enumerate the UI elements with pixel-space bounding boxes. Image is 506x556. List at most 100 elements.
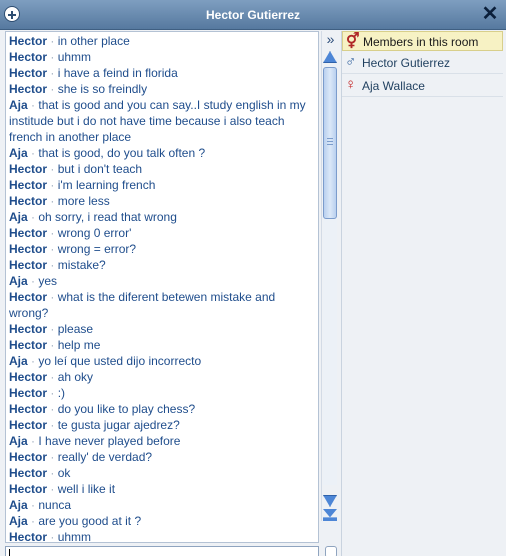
message-separator: ·: [50, 162, 55, 176]
chat-message: Hector · but i don't teach: [9, 161, 315, 177]
chat-message: Aja · oh sorry, i read that wrong: [9, 209, 315, 225]
message-separator: ·: [31, 98, 36, 112]
chat-message: Aja · yes: [9, 273, 315, 289]
message-input[interactable]: [5, 546, 319, 556]
chat-message: Hector · she is so freindly: [9, 81, 315, 97]
message-text: that is good and you can say..I study en…: [9, 98, 306, 144]
message-separator: ·: [31, 498, 36, 512]
chat-log[interactable]: Hector · in other place Hector · uhmm Hect…: [5, 31, 319, 543]
scroll-end-icon[interactable]: [323, 509, 337, 521]
message-text: mistake?: [57, 258, 106, 272]
message-separator: ·: [50, 34, 55, 48]
message-text: I have never played before: [38, 434, 181, 448]
message-speaker[interactable]: Aja: [9, 514, 28, 528]
window-title: Hector Gutierrez: [205, 8, 301, 22]
message-speaker[interactable]: Hector: [9, 194, 47, 208]
chat-message: Hector · ok: [9, 465, 315, 481]
message-text: yo leí que usted dijo incorrecto: [38, 354, 202, 368]
scroll-thumb[interactable]: [323, 67, 337, 219]
message-speaker[interactable]: Hector: [9, 242, 47, 256]
message-separator: ·: [31, 210, 36, 224]
message-speaker[interactable]: Hector: [9, 178, 47, 192]
message-speaker[interactable]: Aja: [9, 146, 28, 160]
message-speaker[interactable]: Hector: [9, 450, 47, 464]
message-text: more less: [57, 194, 110, 208]
member-item-hector-gutierrez[interactable]: ♂ Hector Gutierrez: [342, 52, 503, 74]
message-speaker[interactable]: Hector: [9, 82, 47, 96]
message-separator: ·: [50, 322, 55, 336]
message-speaker[interactable]: Aja: [9, 274, 28, 288]
close-icon[interactable]: ✕: [480, 3, 500, 25]
chat-message: Hector · i'm learning french: [9, 177, 315, 193]
message-speaker[interactable]: Hector: [9, 322, 47, 336]
message-separator: ·: [50, 530, 55, 543]
chat-message: Hector · :): [9, 385, 315, 401]
message-speaker[interactable]: Aja: [9, 354, 28, 368]
message-text: yes: [38, 274, 58, 288]
scroll-up-icon[interactable]: [323, 51, 337, 63]
message-speaker[interactable]: Hector: [9, 50, 47, 64]
title-bar[interactable]: Hector Gutierrez ✕: [0, 0, 506, 30]
message-speaker[interactable]: Aja: [9, 498, 28, 512]
message-speaker[interactable]: Hector: [9, 162, 47, 176]
members-header[interactable]: ⚥ Members in this room: [342, 31, 503, 51]
message-text: well i like it: [57, 482, 116, 496]
member-item-aja-wallace[interactable]: ♀ Aja Wallace: [342, 75, 503, 97]
message-text: wrong = error?: [57, 242, 137, 256]
chat-message: Hector · wrong = error?: [9, 241, 315, 257]
chat-message: Hector · i have a feind in florida: [9, 65, 315, 81]
chat-scrollbar[interactable]: »: [321, 31, 339, 521]
message-speaker[interactable]: Hector: [9, 370, 47, 384]
message-text: ok: [57, 466, 71, 480]
message-separator: ·: [50, 50, 55, 64]
message-separator: ·: [50, 82, 55, 96]
message-text: help me: [57, 338, 101, 352]
message-speaker[interactable]: Hector: [9, 530, 47, 542]
scroll-down-icon[interactable]: [323, 495, 337, 507]
message-speaker[interactable]: Hector: [9, 66, 47, 80]
message-separator: ·: [50, 338, 55, 352]
members-gender-icon: ⚥: [346, 33, 360, 50]
message-speaker[interactable]: Hector: [9, 258, 47, 272]
message-text: i'm learning french: [57, 178, 156, 192]
message-separator: ·: [50, 386, 55, 400]
message-speaker[interactable]: Hector: [9, 418, 47, 432]
message-separator: ·: [50, 418, 55, 432]
message-text: that is good, do you talk often ?: [38, 146, 206, 160]
chat-message: Hector · well i like it: [9, 481, 315, 497]
message-speaker[interactable]: Aja: [9, 434, 28, 448]
male-icon: ♂: [345, 53, 357, 70]
message-separator: ·: [50, 482, 55, 496]
message-speaker[interactable]: Hector: [9, 402, 47, 416]
message-speaker[interactable]: Hector: [9, 338, 47, 352]
chat-window: Hector Gutierrez ✕ Hector · in other pla…: [0, 0, 506, 556]
message-speaker[interactable]: Hector: [9, 226, 47, 240]
message-speaker[interactable]: Hector: [9, 290, 47, 304]
chat-message: Hector · uhmm: [9, 49, 315, 65]
message-separator: ·: [50, 450, 55, 464]
message-text: :): [57, 386, 66, 400]
message-text: are you good at it ?: [38, 514, 142, 528]
message-speaker[interactable]: Aja: [9, 210, 28, 224]
message-speaker[interactable]: Hector: [9, 386, 47, 400]
message-speaker[interactable]: Hector: [9, 482, 47, 496]
message-text: really' de verdad?: [57, 450, 153, 464]
message-list: Hector · in other place Hector · uhmm Hect…: [6, 32, 318, 543]
message-speaker[interactable]: Aja: [9, 98, 28, 112]
message-speaker[interactable]: Hector: [9, 34, 47, 48]
collapse-panel-icon[interactable]: »: [322, 31, 339, 47]
message-separator: ·: [31, 274, 36, 288]
chat-message: Hector · more less: [9, 193, 315, 209]
message-speaker[interactable]: Hector: [9, 466, 47, 480]
member-name: Aja Wallace: [362, 79, 425, 93]
members-header-label: Members in this room: [363, 35, 479, 49]
chat-message: Aja · that is good, do you talk often ?: [9, 145, 315, 161]
send-button[interactable]: [325, 546, 337, 556]
message-text: in other place: [57, 34, 130, 48]
message-text: te gusta jugar ajedrez?: [57, 418, 180, 432]
message-text: uhmm: [57, 50, 92, 64]
chat-message: Hector · te gusta jugar ajedrez?: [9, 417, 315, 433]
message-text: nunca: [38, 498, 72, 512]
message-separator: ·: [50, 194, 55, 208]
chat-message: Hector · what is the diferent betewen mi…: [9, 289, 315, 321]
